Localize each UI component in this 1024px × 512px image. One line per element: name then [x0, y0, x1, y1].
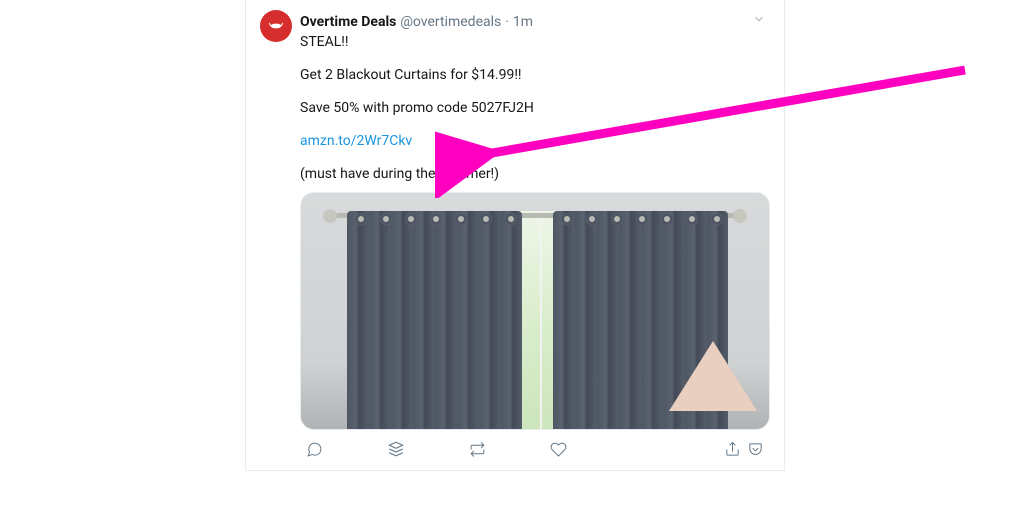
product-image — [301, 193, 769, 429]
retweet-button[interactable] — [469, 441, 486, 458]
stack-icon — [387, 440, 405, 458]
retweet-icon — [469, 441, 486, 458]
share-button[interactable] — [724, 441, 764, 458]
tweet-menu-caret[interactable] — [748, 10, 770, 33]
text-line-note: (must have during the summer!) — [300, 165, 770, 184]
tweet-action-bar — [300, 430, 770, 462]
tweet-card: Overtime Deals @overtimedeals · 1m STEAL… — [245, 0, 785, 471]
tweet-name-line: Overtime Deals @overtimedeals · 1m — [300, 10, 770, 33]
text-line-steal: STEAL!! — [300, 33, 770, 52]
tweet-body: Overtime Deals @overtimedeals · 1m STEAL… — [300, 10, 770, 462]
tweet-text: STEAL!! Get 2 Blackout Curtains for $14.… — [300, 33, 770, 184]
text-line-offer: Get 2 Blackout Curtains for $14.99!! — [300, 66, 770, 85]
reply-icon — [306, 441, 323, 458]
display-name[interactable]: Overtime Deals — [300, 13, 396, 31]
avatar-logo-icon — [267, 17, 285, 35]
avatar[interactable] — [260, 10, 292, 42]
timestamp[interactable]: 1m — [513, 13, 533, 31]
reply-button[interactable] — [306, 441, 323, 458]
short-link[interactable]: amzn.to/2Wr7Ckv — [300, 133, 412, 149]
tweet-media[interactable] — [300, 192, 770, 430]
tweet-header: Overtime Deals @overtimedeals · 1m STEAL… — [260, 10, 770, 462]
heart-icon — [550, 441, 567, 458]
chevron-down-icon — [752, 12, 766, 26]
separator-dot: · — [505, 13, 509, 31]
buffer-button[interactable] — [387, 440, 405, 458]
text-line-promo: Save 50% with promo code 5027FJ2H — [300, 99, 770, 118]
user-handle[interactable]: @overtimedeals — [400, 13, 501, 31]
pocket-icon — [747, 441, 764, 458]
share-tray-icon — [724, 441, 741, 458]
like-button[interactable] — [550, 441, 567, 458]
